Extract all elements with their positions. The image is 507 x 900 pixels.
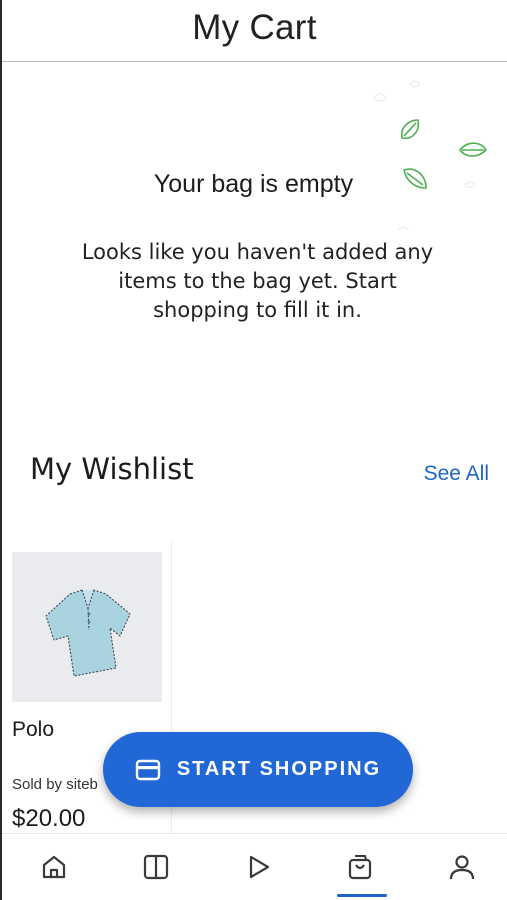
columns-icon xyxy=(143,854,169,880)
nav-bag[interactable] xyxy=(343,850,377,884)
credit-card-icon xyxy=(135,759,161,780)
nav-profile[interactable] xyxy=(445,850,479,884)
start-shopping-label: START SHOPPING xyxy=(176,758,382,780)
start-shopping-button[interactable]: START SHOPPING xyxy=(103,732,413,807)
nav-home[interactable] xyxy=(37,850,71,884)
app-header: My Cart xyxy=(2,0,507,62)
product-name[interactable]: Polo xyxy=(12,718,54,742)
leaves-illustration xyxy=(373,80,487,230)
product-price: $20.00 xyxy=(12,805,86,832)
user-icon xyxy=(449,855,475,880)
wishlist-title: My Wishlist xyxy=(30,452,194,486)
product-image[interactable] xyxy=(12,552,162,702)
shopping-bag-icon xyxy=(348,855,372,880)
bottom-navigation xyxy=(2,833,507,900)
page-title: My Cart xyxy=(192,8,317,47)
nav-categories[interactable] xyxy=(139,850,173,884)
play-icon xyxy=(249,855,270,879)
empty-bag-message-line: shopping to fill it in. xyxy=(153,298,362,322)
nav-play[interactable] xyxy=(241,850,275,884)
empty-bag-message-line: items to the bag yet. Start xyxy=(118,269,397,293)
empty-bag-message: Looks like you haven't added any items t… xyxy=(50,238,465,325)
see-all-link[interactable]: See All xyxy=(424,462,489,486)
polo-shirt-icon xyxy=(45,589,131,677)
empty-bag-message-line: Looks like you haven't added any xyxy=(81,240,434,264)
product-seller: Sold by siteb xyxy=(12,776,98,793)
active-tab-indicator xyxy=(337,894,387,897)
empty-bag-title: Your bag is empty xyxy=(153,170,354,198)
home-icon xyxy=(42,855,66,879)
